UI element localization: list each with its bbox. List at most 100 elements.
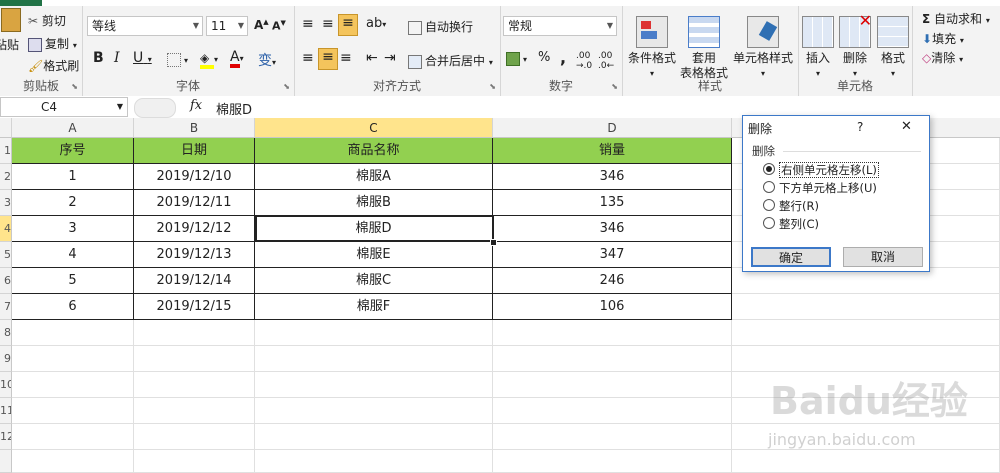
fill-button[interactable]: ⬇填充 ▾ [922, 30, 964, 47]
empty-cell[interactable] [493, 450, 732, 473]
alignment-launcher-icon[interactable]: ⬊ [489, 82, 496, 91]
copy-button[interactable]: 复制 ▾ [28, 35, 77, 52]
row-header[interactable]: 9 [0, 346, 12, 372]
row-header[interactable]: 10 [0, 372, 12, 398]
merge-center-button[interactable]: 合并后居中 ▾ [408, 52, 493, 69]
wrap-text-button[interactable]: 自动换行 [408, 18, 473, 35]
align-center-icon[interactable]: ≡ [318, 48, 338, 70]
table-header-cell[interactable]: 销量 [493, 138, 732, 164]
empty-cell[interactable] [255, 320, 493, 346]
table-cell[interactable]: 2019/12/14 [134, 268, 255, 294]
empty-cell[interactable] [12, 450, 134, 473]
ok-button[interactable]: 确定 [751, 247, 831, 267]
empty-cell[interactable] [134, 450, 255, 473]
empty-cell[interactable] [732, 294, 1000, 320]
cell-styles-button[interactable]: 单元格样式 ▾ [730, 16, 796, 81]
radio-shift-up[interactable]: 下方单元格上移(U) [763, 180, 877, 196]
empty-cell[interactable] [732, 320, 1000, 346]
radio-entire-column[interactable]: 整列(C) [763, 216, 819, 232]
empty-cell[interactable] [255, 424, 493, 450]
empty-cell[interactable] [12, 398, 134, 424]
empty-cell[interactable] [493, 346, 732, 372]
currency-button[interactable]: ▾ [506, 51, 527, 66]
bold-button[interactable]: B [93, 50, 104, 66]
phonetic-button[interactable]: 变▾ [258, 50, 276, 70]
table-cell[interactable]: 棉服F [255, 294, 493, 320]
empty-cell[interactable] [12, 424, 134, 450]
row-header[interactable]: 4 [0, 216, 12, 242]
select-all-corner[interactable] [0, 118, 12, 138]
increase-indent-icon[interactable]: ⇥ [384, 50, 396, 66]
table-cell[interactable]: 棉服E [255, 242, 493, 268]
delete-cells-button[interactable]: ✕ 删除 ▾ [838, 13, 872, 81]
column-header-d[interactable]: D [493, 118, 732, 138]
font-launcher-icon[interactable]: ⬊ [283, 82, 290, 91]
clear-button[interactable]: ◇清除 ▾ [922, 49, 963, 66]
table-cell[interactable]: 2019/12/11 [134, 190, 255, 216]
paste-button[interactable]: 粘贴 [0, 8, 22, 53]
empty-cell[interactable] [134, 320, 255, 346]
fill-color-button[interactable]: ◈ ▾ [200, 51, 218, 69]
format-as-table-button[interactable]: 套用 表格格式 [678, 16, 730, 81]
row-header[interactable]: 12 [0, 424, 12, 450]
decrease-decimal-icon[interactable]: .00.0← [598, 51, 614, 71]
empty-cell[interactable] [493, 424, 732, 450]
formula-input[interactable]: 棉服D [216, 99, 252, 118]
decrease-indent-icon[interactable]: ⇤ [366, 50, 378, 66]
name-box[interactable]: C4 ▼ [0, 97, 128, 117]
table-cell[interactable]: 135 [493, 190, 732, 216]
empty-cell[interactable] [134, 398, 255, 424]
shrink-font-button[interactable]: A▼ [272, 19, 286, 33]
row-header[interactable]: 7 [0, 294, 12, 320]
empty-cell[interactable] [134, 346, 255, 372]
table-cell[interactable]: 2019/12/15 [134, 294, 255, 320]
empty-cell[interactable] [134, 424, 255, 450]
table-header-cell[interactable]: 序号 [12, 138, 134, 164]
table-cell[interactable]: 棉服D [255, 216, 493, 242]
table-header-cell[interactable]: 日期 [134, 138, 255, 164]
table-cell[interactable]: 棉服A [255, 164, 493, 190]
italic-button[interactable]: I [114, 50, 120, 66]
column-header-a[interactable]: A [12, 118, 134, 138]
empty-cell[interactable] [493, 372, 732, 398]
close-icon[interactable]: ✕ [901, 119, 912, 134]
table-cell[interactable]: 2019/12/13 [134, 242, 255, 268]
table-cell[interactable]: 346 [493, 164, 732, 190]
table-cell[interactable]: 2019/12/12 [134, 216, 255, 242]
insert-cells-button[interactable]: 插入 ▾ [800, 16, 836, 81]
number-format-combo[interactable]: 常规 ▼ [503, 16, 617, 36]
autosum-button[interactable]: Σ 自动求和 ▾ [922, 10, 990, 27]
table-header-cell[interactable]: 商品名称 [255, 138, 493, 164]
increase-decimal-icon[interactable]: .00 →.0 [576, 51, 592, 71]
table-cell[interactable]: 346 [493, 216, 732, 242]
font-size-combo[interactable]: 11 ▼ [206, 16, 248, 36]
radio-shift-left[interactable]: 右侧单元格左移(L) [763, 162, 879, 178]
comma-button[interactable]: , [560, 48, 566, 67]
row-header[interactable]: 5 [0, 242, 12, 268]
format-cells-button[interactable]: 格式 ▾ [876, 16, 910, 81]
grow-font-button[interactable]: A▲ [254, 18, 269, 32]
empty-cell[interactable] [732, 450, 1000, 473]
font-name-combo[interactable]: 等线 ▼ [87, 16, 203, 36]
column-header-b[interactable]: B [134, 118, 255, 138]
empty-cell[interactable] [255, 450, 493, 473]
middle-align-icon[interactable]: ≡ [322, 16, 334, 32]
border-button[interactable]: ▾ [167, 52, 188, 67]
orientation-icon[interactable]: ab▾ [366, 16, 386, 31]
table-cell[interactable]: 4 [12, 242, 134, 268]
empty-cell[interactable] [12, 372, 134, 398]
align-right-icon[interactable]: ≡ [340, 50, 352, 66]
empty-cell[interactable] [255, 372, 493, 398]
row-header[interactable]: 2 [0, 164, 12, 190]
table-cell[interactable]: 棉服B [255, 190, 493, 216]
empty-cell[interactable] [134, 372, 255, 398]
top-align-icon[interactable]: ≡ [302, 16, 314, 32]
row-header[interactable] [0, 450, 12, 473]
empty-cell[interactable] [493, 320, 732, 346]
table-cell[interactable]: 246 [493, 268, 732, 294]
fx-icon[interactable]: fx [190, 98, 202, 113]
table-cell[interactable]: 347 [493, 242, 732, 268]
table-cell[interactable]: 2019/12/10 [134, 164, 255, 190]
conditional-format-button[interactable]: 条件格式 ▾ [624, 16, 680, 81]
table-cell[interactable]: 棉服C [255, 268, 493, 294]
